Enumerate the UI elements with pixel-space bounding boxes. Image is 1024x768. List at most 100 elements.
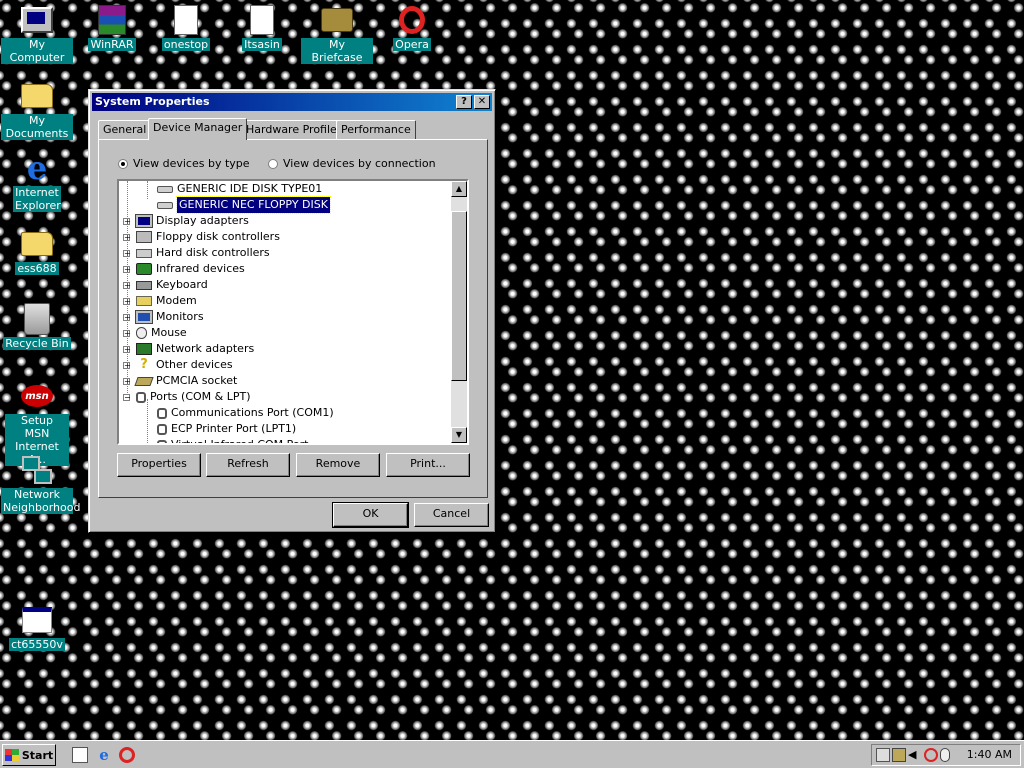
tree-item-mouse[interactable]: + Mouse (123, 325, 187, 341)
tab-device-manager[interactable]: Device Manager (148, 118, 248, 140)
expand-plus-icon[interactable]: + (123, 265, 131, 273)
mouse-icon[interactable] (940, 748, 950, 762)
tree-item-pcmcia-socket[interactable]: + PCMCIA socket (123, 373, 237, 389)
tree-item-label: Floppy disk controllers (156, 230, 280, 243)
no-signal-icon[interactable] (924, 748, 938, 762)
desktop-icon-recycle-bin[interactable]: Recycle Bin (1, 303, 73, 350)
network-adapter-icon (136, 343, 152, 355)
printer-icon[interactable] (876, 748, 890, 762)
expand-plus-icon[interactable]: + (123, 377, 131, 385)
desktop-icon-opera[interactable]: Opera (376, 4, 448, 51)
desktop-icon-ess688[interactable]: ess688 (1, 228, 73, 275)
expand-plus-icon[interactable]: + (123, 233, 131, 241)
expand-plus-icon[interactable]: + (123, 281, 131, 289)
desktop-icon-my-computer[interactable]: My Computer (1, 4, 73, 64)
radio-selected-dot (118, 158, 128, 169)
expand-plus-icon[interactable]: + (123, 361, 131, 369)
tree-item-network-adapters[interactable]: + Network adapters (123, 341, 254, 357)
tree-guide-line (147, 399, 148, 443)
internet-explorer-icon: e (26, 149, 48, 187)
desktop-icon-ct65550v[interactable]: ct65550v (1, 604, 73, 651)
tab-performance[interactable]: Performance (336, 120, 416, 139)
device-tree[interactable]: GENERIC IDE DISK TYPE01 GENERIC NEC FLOP… (117, 179, 469, 445)
recycle-bin-icon (21, 303, 53, 335)
view-by-connection-label: View devices by connection (283, 157, 436, 170)
show-desktop-icon[interactable] (72, 747, 88, 763)
tree-item-label: Network adapters (156, 342, 255, 355)
tree-item-label: PCMCIA socket (156, 374, 238, 387)
desktop-icon-itsasin[interactable]: Itsasin (226, 4, 298, 51)
desktop-icon-my-documents[interactable]: My Documents (1, 80, 73, 140)
tree-item-lpt1[interactable]: ECP Printer Port (LPT1) (157, 421, 296, 437)
port-icon (157, 407, 167, 419)
tree-item-label: Modem (156, 294, 197, 307)
dialog-title: System Properties (95, 95, 210, 108)
collapse-minus-icon[interactable]: − (123, 393, 131, 401)
tree-vertical-scrollbar[interactable]: ▲ ▼ (451, 181, 467, 443)
desktop-icon-onestop[interactable]: onestop (150, 4, 222, 51)
tree-item-infrared-devices[interactable]: + Infrared devices (123, 261, 245, 277)
expand-plus-icon[interactable]: + (123, 345, 131, 353)
tree-item-generic-ide-disk[interactable]: GENERIC IDE DISK TYPE01 (157, 181, 322, 197)
tree-item-label: Virtual Infrared COM Port (171, 438, 309, 445)
desktop-icon-winrar[interactable]: WinRAR (76, 4, 148, 51)
windows-flag-icon (4, 749, 19, 761)
tree-item-other-devices[interactable]: + ? Other devices (123, 357, 233, 373)
disk-icon (157, 201, 173, 209)
tab-general[interactable]: General (98, 120, 152, 139)
expand-plus-icon[interactable]: + (123, 329, 131, 337)
view-by-type-radio[interactable]: View devices by type (118, 157, 250, 170)
tree-item-label: Infrared devices (156, 262, 245, 275)
ok-button[interactable]: OK (332, 502, 409, 528)
mouse-icon (136, 327, 147, 339)
tree-item-display-adapters[interactable]: + Display adapters (123, 213, 249, 229)
tree-item-com1[interactable]: Communications Port (COM1) (157, 405, 334, 421)
tree-item-keyboard[interactable]: + Keyboard (123, 277, 208, 293)
expand-plus-icon[interactable]: + (123, 313, 131, 321)
tree-item-ports[interactable]: − Ports (COM & LPT) (123, 389, 251, 405)
scroll-up-arrow-icon[interactable]: ▲ (451, 181, 467, 197)
radio-unselected-dot (268, 158, 278, 169)
display-adapter-icon (135, 214, 153, 228)
clock[interactable]: 1:40 AM (967, 745, 1012, 765)
help-button[interactable]: ? (456, 95, 472, 109)
winrar-icon (96, 4, 128, 36)
window-icon (21, 604, 53, 636)
remove-button[interactable]: Remove (296, 453, 380, 477)
opera-icon[interactable] (119, 747, 135, 763)
desktop-icon-internet-explorer[interactable]: e Internet Explorer (1, 152, 73, 212)
close-button[interactable]: ✕ (474, 95, 490, 109)
print-button[interactable]: Print... (386, 453, 470, 477)
tree-item-hard-disk-controllers[interactable]: + Hard disk controllers (123, 245, 270, 261)
view-by-connection-radio[interactable]: View devices by connection (268, 157, 436, 170)
tree-item-floppy-disk-controllers[interactable]: + Floppy disk controllers (123, 229, 280, 245)
tab-hardware-profiles[interactable]: Hardware Profiles (241, 120, 348, 139)
tree-item-label: Other devices (156, 358, 233, 371)
scroll-thumb[interactable] (451, 211, 467, 381)
tree-item-monitors[interactable]: + Monitors (123, 309, 204, 325)
tree-item-virtual-ir-com[interactable]: Virtual Infrared COM Port (157, 437, 309, 445)
system-properties-dialog: System Properties ? ✕ General Device Man… (88, 89, 496, 533)
refresh-button[interactable]: Refresh (206, 453, 290, 477)
start-button[interactable]: Start (2, 744, 56, 766)
question-icon: ? (140, 357, 148, 372)
desktop-icon-label: My Computer (1, 38, 73, 64)
expand-plus-icon[interactable]: + (123, 249, 131, 257)
tree-item-modem[interactable]: + Modem (123, 293, 197, 309)
desktop-icon-label: Recycle Bin (3, 337, 71, 350)
tree-item-label: Monitors (156, 310, 204, 323)
cancel-button[interactable]: Cancel (414, 503, 489, 527)
internet-explorer-icon[interactable]: e (96, 747, 112, 763)
desktop-icon-my-briefcase[interactable]: My Briefcase (301, 4, 373, 64)
tree-item-generic-nec-floppy[interactable]: GENERIC NEC FLOPPY DISK (157, 196, 331, 214)
properties-button[interactable]: Properties (117, 453, 201, 477)
desktop-icon-network-neighborhood[interactable]: Network Neighborhood (1, 454, 80, 514)
briefcase-icon (321, 4, 353, 36)
desktop-icon-label: My Briefcase (301, 38, 373, 64)
expand-plus-icon[interactable]: + (123, 297, 131, 305)
dialog-titlebar[interactable]: System Properties ? ✕ (92, 93, 492, 111)
pc-card-icon[interactable] (892, 748, 906, 762)
scroll-down-arrow-icon[interactable]: ▼ (451, 427, 467, 443)
expand-plus-icon[interactable]: + (123, 217, 131, 225)
volume-icon[interactable]: ◀ (908, 748, 922, 762)
